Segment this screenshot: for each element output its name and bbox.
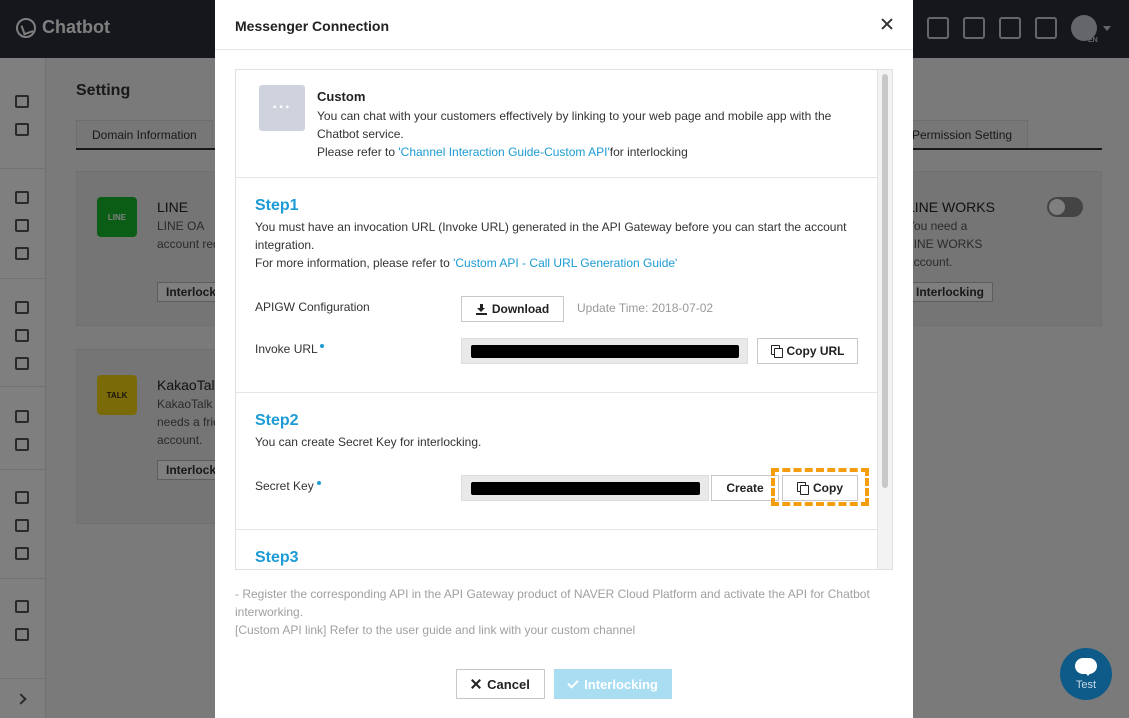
scrollbar-thumb[interactable] — [882, 74, 888, 488]
step2-title: Step2 — [255, 412, 299, 429]
redacted-value — [471, 345, 739, 358]
redacted-value — [471, 482, 700, 495]
messenger-connection-modal: Messenger Connection ··· Custom You can … — [215, 0, 913, 718]
step1-title: Step1 — [255, 197, 299, 214]
copy-icon — [770, 345, 783, 358]
interlocking-label: Interlocking — [584, 676, 658, 692]
note-text: interworking. — [235, 605, 304, 619]
download-label: Download — [491, 302, 550, 316]
scrollbar[interactable] — [877, 70, 892, 569]
step1-more-info: For more information, please refer to 'C… — [255, 254, 677, 272]
invoke-url-label: Invoke URL — [255, 342, 318, 356]
close-icon[interactable] — [879, 16, 895, 32]
step2-description: You can create Secret Key for interlocki… — [255, 435, 482, 449]
section-divider — [236, 177, 878, 178]
check-icon — [567, 676, 579, 689]
custom-channel-icon: ··· — [259, 85, 305, 131]
step1-description: integration. — [255, 238, 315, 252]
custom-description: Chatbot service. — [317, 127, 404, 141]
step1-description: You must have an invocation URL (Invoke … — [255, 220, 847, 234]
interlocking-button[interactable]: Interlocking — [554, 669, 672, 699]
download-icon — [475, 303, 487, 315]
create-label: Create — [726, 481, 764, 495]
cancel-label: Cancel — [487, 676, 530, 692]
required-indicator — [317, 481, 321, 485]
invoke-url-field[interactable] — [461, 338, 748, 364]
refer-suffix: for interlocking — [609, 145, 688, 159]
more-prefix: For more information, please refer to — [255, 256, 454, 270]
modal-divider — [215, 49, 913, 50]
url-generation-guide-link[interactable]: 'Custom API - Call URL Generation Guide' — [453, 256, 677, 270]
secret-key-label: Secret Key — [255, 479, 314, 493]
secret-key-field[interactable] — [461, 475, 709, 501]
custom-title: Custom — [317, 89, 366, 104]
custom-description: You can chat with your customers effecti… — [317, 109, 832, 123]
section-divider — [236, 392, 878, 393]
channel-guide-link[interactable]: 'Channel Interaction Guide-Custom API' — [398, 145, 609, 159]
step3-title: Step3 — [255, 549, 299, 566]
update-time: Update Time: 2018-07-02 — [577, 301, 714, 315]
test-chat-button[interactable]: Test — [1060, 648, 1112, 700]
custom-refer-text: Please refer to 'Channel Interaction Gui… — [317, 143, 688, 161]
cancel-button[interactable]: Cancel — [456, 669, 545, 699]
create-button[interactable]: Create — [711, 475, 779, 501]
close-icon — [471, 679, 481, 689]
section-divider — [236, 529, 878, 530]
note-text: - Register the corresponding API in the … — [235, 587, 870, 601]
required-indicator — [320, 344, 324, 348]
copy-url-label: Copy URL — [786, 344, 845, 358]
copy-url-button[interactable]: Copy URL — [757, 338, 858, 364]
chat-bubble-icon — [1075, 657, 1097, 676]
note-text: [Custom API link] Refer to the user guid… — [235, 623, 636, 637]
modal-title: Messenger Connection — [235, 18, 390, 34]
test-label: Test — [1075, 678, 1097, 691]
refer-prefix: Please refer to — [317, 145, 399, 159]
download-button[interactable]: Download — [461, 296, 564, 322]
apigw-configuration-label: APIGW Configuration — [255, 300, 370, 314]
copy-button-highlight — [771, 468, 869, 506]
